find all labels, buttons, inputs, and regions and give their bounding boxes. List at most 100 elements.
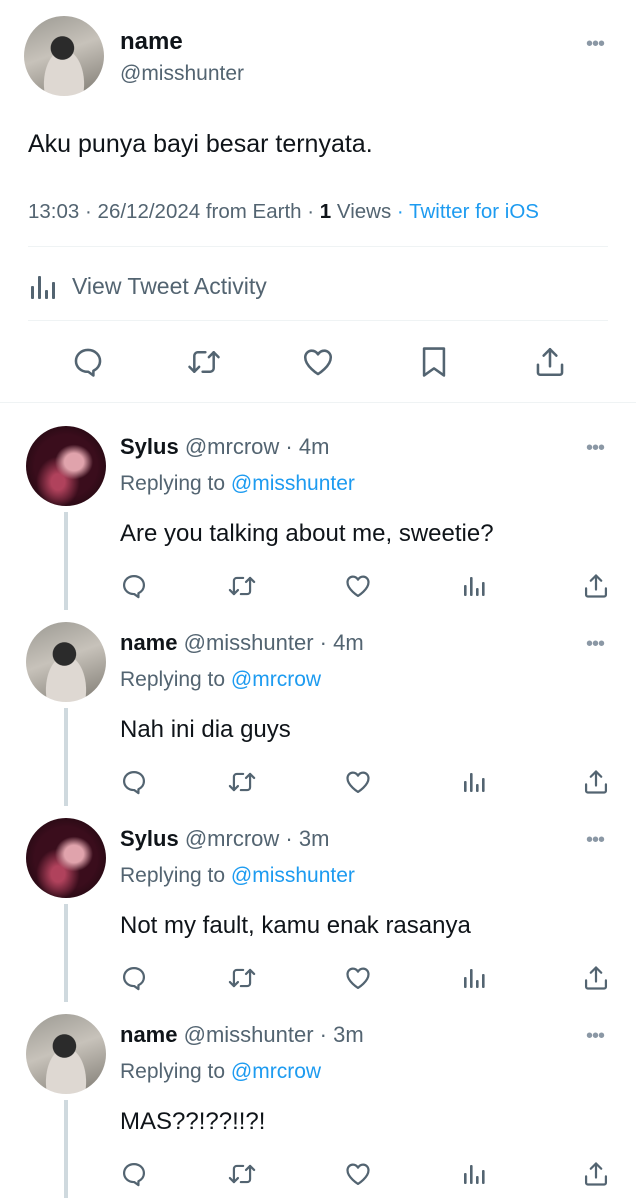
replying-label: Replying to — [120, 864, 226, 887]
reply-time: 4m — [298, 434, 330, 459]
author-handle[interactable]: @mrcrow — [185, 434, 279, 459]
reply-text: Nah ini dia guys — [120, 716, 291, 743]
reply-header: name @misshunter · 3m — [120, 1022, 364, 1048]
views-icon[interactable] — [458, 570, 490, 602]
views-icon[interactable] — [458, 766, 490, 798]
avatar[interactable] — [26, 1014, 106, 1094]
meta-separator: · — [285, 826, 293, 851]
share-icon[interactable] — [580, 962, 612, 994]
like-icon[interactable] — [342, 570, 374, 602]
more-icon[interactable]: ••• — [586, 634, 605, 654]
tweet-text: Aku punya bayi besar ternyata. — [28, 130, 373, 158]
like-icon[interactable] — [342, 766, 374, 798]
reply-icon[interactable] — [118, 1158, 150, 1190]
views-icon[interactable] — [458, 962, 490, 994]
main-tweet: name @misshunter ••• Aku punya bayi besa… — [0, 0, 636, 404]
divider — [28, 320, 608, 321]
author-name[interactable]: name — [120, 28, 183, 56]
reply-tweet[interactable]: name @misshunter · 3m ••• Replying to @m… — [0, 992, 636, 1198]
more-icon[interactable]: ••• — [586, 34, 605, 54]
views-count: 1 — [319, 200, 332, 223]
replying-to: Replying to @mrcrow — [120, 668, 321, 692]
tweet-date: 26/12/2024 from Earth — [97, 200, 302, 223]
reply-tweet[interactable]: Sylus @mrcrow · 4m ••• Replying to @miss… — [0, 404, 636, 610]
retweet-icon[interactable] — [226, 570, 258, 602]
share-icon[interactable] — [528, 340, 572, 384]
like-icon[interactable] — [296, 340, 340, 384]
section-divider — [0, 402, 636, 403]
reply-actions — [0, 570, 636, 602]
tweet-time: 13:03 — [28, 200, 80, 223]
replying-to: Replying to @mrcrow — [120, 1060, 321, 1084]
replying-to: Replying to @misshunter — [120, 472, 355, 496]
author-handle[interactable]: @misshunter — [120, 62, 244, 86]
share-icon[interactable] — [580, 570, 612, 602]
more-icon[interactable]: ••• — [586, 830, 605, 850]
author-name[interactable]: name — [120, 630, 177, 655]
more-icon[interactable]: ••• — [586, 1026, 605, 1046]
reply-time: 4m — [333, 630, 364, 655]
meta-separator: · — [319, 1022, 327, 1047]
replying-label: Replying to — [120, 668, 226, 691]
meta-separator: · — [319, 630, 327, 655]
reply-icon[interactable] — [118, 570, 150, 602]
mention-link[interactable]: @misshunter — [231, 864, 355, 887]
meta-separator: · — [285, 434, 293, 459]
author-name[interactable]: name — [120, 1022, 177, 1047]
like-icon[interactable] — [342, 1158, 374, 1190]
like-icon[interactable] — [342, 962, 374, 994]
replying-label: Replying to — [120, 472, 226, 495]
reply-text: Are you talking about me, sweetie? — [120, 520, 494, 547]
reply-text: MAS??!??!!?! — [120, 1108, 266, 1135]
avatar[interactable] — [24, 16, 104, 96]
avatar[interactable] — [26, 818, 106, 898]
tweet-actions — [0, 340, 636, 384]
more-icon[interactable]: ••• — [586, 438, 605, 458]
mention-link[interactable]: @misshunter — [231, 472, 355, 495]
activity-label: View Tweet Activity — [72, 272, 267, 299]
reply-icon[interactable] — [118, 766, 150, 798]
reply-text: Not my fault, kamu enak rasanya — [120, 912, 471, 939]
view-tweet-activity-button[interactable]: View Tweet Activity — [28, 270, 267, 302]
retweet-icon[interactable] — [226, 1158, 258, 1190]
avatar[interactable] — [26, 622, 106, 702]
reply-header: Sylus @mrcrow · 3m — [120, 826, 329, 852]
divider — [28, 246, 608, 247]
reply-icon[interactable] — [66, 340, 110, 384]
mention-link[interactable]: @mrcrow — [231, 668, 321, 691]
retweet-icon[interactable] — [182, 340, 226, 384]
replying-to: Replying to @misshunter — [120, 864, 355, 888]
reply-actions — [0, 766, 636, 798]
reply-header: name @misshunter · 4m — [120, 630, 364, 656]
replying-label: Replying to — [120, 1060, 226, 1083]
reply-actions — [0, 962, 636, 994]
meta-separator: · — [85, 200, 92, 223]
activity-icon — [28, 272, 58, 300]
tweet-meta: 13:03 · 26/12/2024 from Earth · 1 Views … — [28, 200, 539, 224]
author-name[interactable]: Sylus — [120, 826, 179, 851]
reply-tweet[interactable]: Sylus @mrcrow · 3m ••• Replying to @miss… — [0, 796, 636, 1002]
retweet-icon[interactable] — [226, 962, 258, 994]
author-name[interactable]: Sylus — [120, 434, 179, 459]
meta-separator: · — [396, 200, 404, 223]
share-icon[interactable] — [580, 1158, 612, 1190]
author-handle[interactable]: @misshunter — [184, 1022, 314, 1047]
reply-tweet[interactable]: name @misshunter · 4m ••• Replying to @m… — [0, 600, 636, 806]
tweet-thread-page: name @misshunter ••• Aku punya bayi besa… — [0, 0, 636, 1200]
views-icon[interactable] — [458, 1158, 490, 1190]
views-label: Views — [336, 200, 392, 223]
tweet-source-link[interactable]: Twitter for iOS — [409, 200, 539, 223]
mention-link[interactable]: @mrcrow — [231, 1060, 321, 1083]
reply-actions — [0, 1158, 636, 1190]
meta-separator: · — [307, 200, 315, 223]
share-icon[interactable] — [580, 766, 612, 798]
author-handle[interactable]: @mrcrow — [185, 826, 279, 851]
reply-time: 3m — [298, 826, 330, 851]
reply-icon[interactable] — [118, 962, 150, 994]
reply-time: 3m — [333, 1022, 364, 1047]
bookmark-icon[interactable] — [412, 340, 456, 384]
reply-header: Sylus @mrcrow · 4m — [120, 434, 329, 460]
avatar[interactable] — [26, 426, 106, 506]
author-handle[interactable]: @misshunter — [184, 630, 314, 655]
retweet-icon[interactable] — [226, 766, 258, 798]
